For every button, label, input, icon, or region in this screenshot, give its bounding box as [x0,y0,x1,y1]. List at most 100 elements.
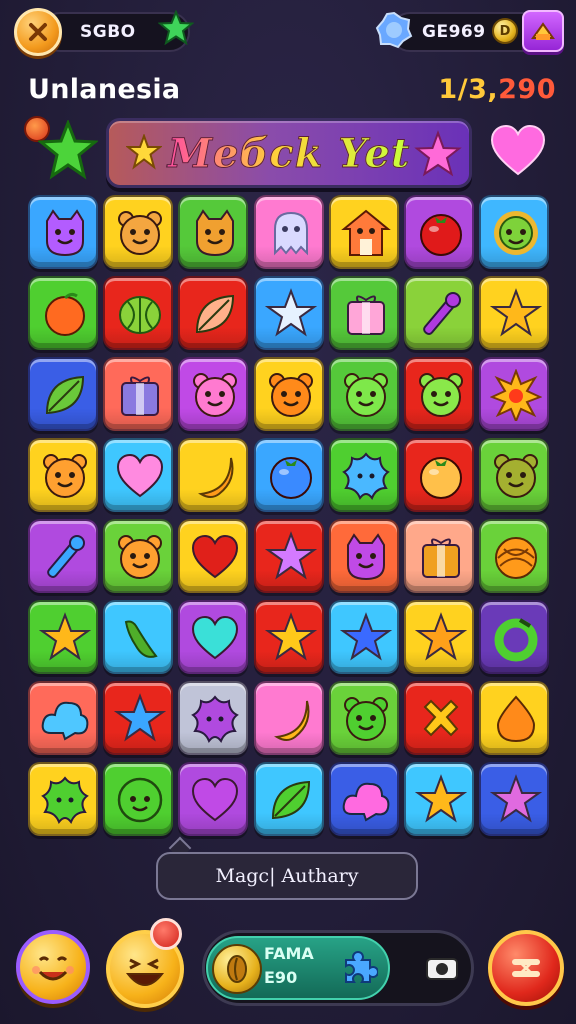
hint-text: Magc| Authary [215,865,359,887]
board-tile[interactable] [328,681,399,755]
board-tile[interactable] [479,357,550,431]
board-tile[interactable] [28,600,98,674]
cloud-icon [41,701,89,741]
board-tile[interactable] [404,438,474,512]
board-tile[interactable] [103,681,174,755]
board-tile[interactable] [479,681,550,755]
board-tile[interactable] [178,438,249,512]
board-tile[interactable] [479,600,550,674]
board-tile[interactable] [253,195,324,269]
heart-icon [192,615,239,660]
board-tile[interactable] [404,762,474,836]
board-tile[interactable] [328,357,399,431]
shell-icon [495,537,538,579]
board-tile[interactable] [404,519,474,593]
board-tile[interactable] [28,762,98,836]
board-tile[interactable] [253,600,324,674]
back-button[interactable] [14,8,62,56]
fruit-icon [45,292,85,336]
board-tile[interactable] [103,519,174,593]
board-tile[interactable] [103,600,174,674]
melon-icon [119,296,162,334]
board-tile[interactable] [178,600,249,674]
board-tile[interactable] [479,519,550,593]
board-tile[interactable] [404,681,474,755]
notification-dot [150,918,182,950]
sun-face-icon [494,211,539,255]
score-prefix: 1/3, [438,74,499,105]
board-tile[interactable] [178,519,249,593]
booster-label-top: FAMA [264,944,314,963]
star-icon [264,288,317,337]
splat-icon [341,452,390,501]
shop-button[interactable] [522,10,564,52]
gift-icon [422,538,460,578]
star-icon [264,612,317,661]
level-name: Unlanesia [28,74,181,105]
board-tile[interactable] [328,600,399,674]
board-tile[interactable] [178,195,249,269]
bear-face-icon [343,373,388,417]
wand-icon [423,292,461,335]
board-tile[interactable] [253,762,324,836]
bag-icon [531,22,555,40]
board-tile[interactable] [479,276,550,350]
gem-icon [375,11,413,49]
drop-icon [497,695,536,743]
board-tile[interactable] [253,357,324,431]
board-tile[interactable] [253,681,324,755]
board-tile[interactable] [103,195,174,269]
heart-icon [192,777,239,822]
camera-button[interactable] [422,950,462,986]
star-icon [114,693,167,742]
bear-face-icon [118,535,163,579]
cat-face-icon [196,209,235,257]
star-icon [264,531,317,580]
board-tile[interactable] [404,195,474,269]
hint-bubble: Magc| Authary [156,852,418,900]
board-tile[interactable] [479,195,550,269]
board-tile[interactable] [253,438,324,512]
banana-icon [273,700,310,741]
board-tile[interactable] [178,681,249,755]
smiley-icon [117,777,163,823]
bean-icon [227,955,247,983]
menu-icon [512,959,540,977]
board-tile[interactable] [328,519,399,593]
tomato-icon [420,457,462,499]
board-tile[interactable] [479,762,550,836]
booster-coin-icon [212,944,262,994]
board-tile[interactable] [178,357,249,431]
menu-button[interactable] [488,930,564,1006]
board-tile[interactable] [328,195,399,269]
board-tile[interactable] [103,357,174,431]
smile-emoji-button[interactable] [16,930,90,1004]
board-tile[interactable] [178,762,249,836]
score-display: 1/3,290 [438,74,556,105]
board-tile[interactable] [28,681,98,755]
board-tile[interactable] [103,762,174,836]
booster-label-bottom: E90 [264,968,298,987]
board-tile[interactable] [28,276,98,350]
board-tile[interactable] [253,519,324,593]
star-icon [158,10,194,46]
board-tile[interactable] [328,438,399,512]
board-tile[interactable] [328,762,399,836]
board-tile[interactable] [28,357,98,431]
board-tile[interactable] [103,276,174,350]
board-tile[interactable] [178,276,249,350]
board-tile[interactable] [28,195,98,269]
tomato-icon [420,214,462,256]
board-tile[interactable] [479,438,550,512]
board-tile[interactable] [328,276,399,350]
board-tile[interactable] [253,276,324,350]
heart-icon [192,534,239,579]
board-tile[interactable] [404,357,474,431]
board-tile[interactable] [103,438,174,512]
star-icon [339,612,392,661]
board-tile[interactable] [404,600,474,674]
board-tile[interactable] [28,438,98,512]
player-name: SGBO [80,22,136,42]
board-tile[interactable] [28,519,98,593]
board-tile[interactable] [404,276,474,350]
